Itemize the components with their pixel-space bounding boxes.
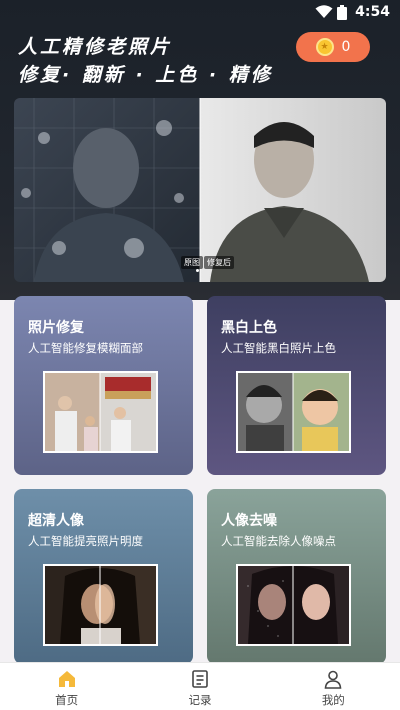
home-icon bbox=[58, 671, 75, 687]
feature-title: 超清人像 bbox=[28, 513, 84, 529]
before-label: 原图 bbox=[181, 256, 203, 269]
feature-thumbnail bbox=[236, 564, 351, 646]
coin-icon: ★ bbox=[315, 38, 334, 56]
feature-card-colorize[interactable]: 黑白上色 人工智能黑白照片上色 bbox=[207, 296, 386, 475]
feature-title: 人像去噪 bbox=[221, 513, 277, 529]
feature-card-hd-portrait[interactable]: 超清人像 人工智能提亮照片明度 bbox=[14, 489, 193, 664]
header: 4:54 人工精修老照片 修复· 翻新 · 上色 · 精修 ★ 0 原图 修复后 bbox=[0, 0, 400, 300]
wifi-icon bbox=[315, 5, 333, 18]
after-label: 修复后 bbox=[204, 256, 234, 269]
feature-desc: 人工智能去除人像噪点 bbox=[221, 534, 336, 548]
feature-desc: 人工智能提亮照片明度 bbox=[28, 534, 143, 548]
feature-card-photo-repair[interactable]: 照片修复 人工智能修复模糊面部 bbox=[14, 296, 193, 475]
feature-thumbnail bbox=[236, 371, 351, 453]
tab-label: 记录 bbox=[188, 693, 212, 707]
tab-profile[interactable]: 我的 bbox=[267, 663, 400, 710]
feature-thumbnail bbox=[43, 564, 158, 646]
hero-compare-image[interactable]: 原图 修复后 bbox=[14, 98, 386, 282]
feature-title: 黑白上色 bbox=[221, 320, 277, 336]
tab-label: 首页 bbox=[55, 693, 79, 707]
status-bar: 4:54 bbox=[0, 0, 400, 24]
page-subtitle: 修复· 翻新 · 上色 · 精修 bbox=[18, 64, 273, 86]
coin-balance-button[interactable]: ★ 0 bbox=[296, 32, 370, 62]
compare-slider-handle[interactable] bbox=[196, 269, 199, 272]
record-icon bbox=[192, 670, 208, 688]
bottom-tab-bar: 首页 记录 我的 bbox=[0, 662, 400, 710]
hero-portrait-image bbox=[14, 98, 386, 282]
feature-desc: 人工智能黑白照片上色 bbox=[221, 341, 336, 355]
tab-records[interactable]: 记录 bbox=[133, 663, 266, 710]
feature-card-denoise[interactable]: 人像去噪 人工智能去除人像噪点 bbox=[207, 489, 386, 664]
feature-desc: 人工智能修复模糊面部 bbox=[28, 341, 143, 355]
status-time: 4:54 bbox=[355, 4, 390, 20]
tab-label: 我的 bbox=[321, 693, 345, 707]
page-title: 人工精修老照片 bbox=[18, 36, 173, 58]
tab-home[interactable]: 首页 bbox=[0, 663, 133, 710]
user-icon bbox=[324, 670, 342, 689]
feature-thumbnail bbox=[43, 371, 158, 453]
feature-title: 照片修复 bbox=[28, 320, 84, 336]
battery-icon bbox=[337, 4, 348, 20]
coin-count: 0 bbox=[341, 39, 351, 55]
